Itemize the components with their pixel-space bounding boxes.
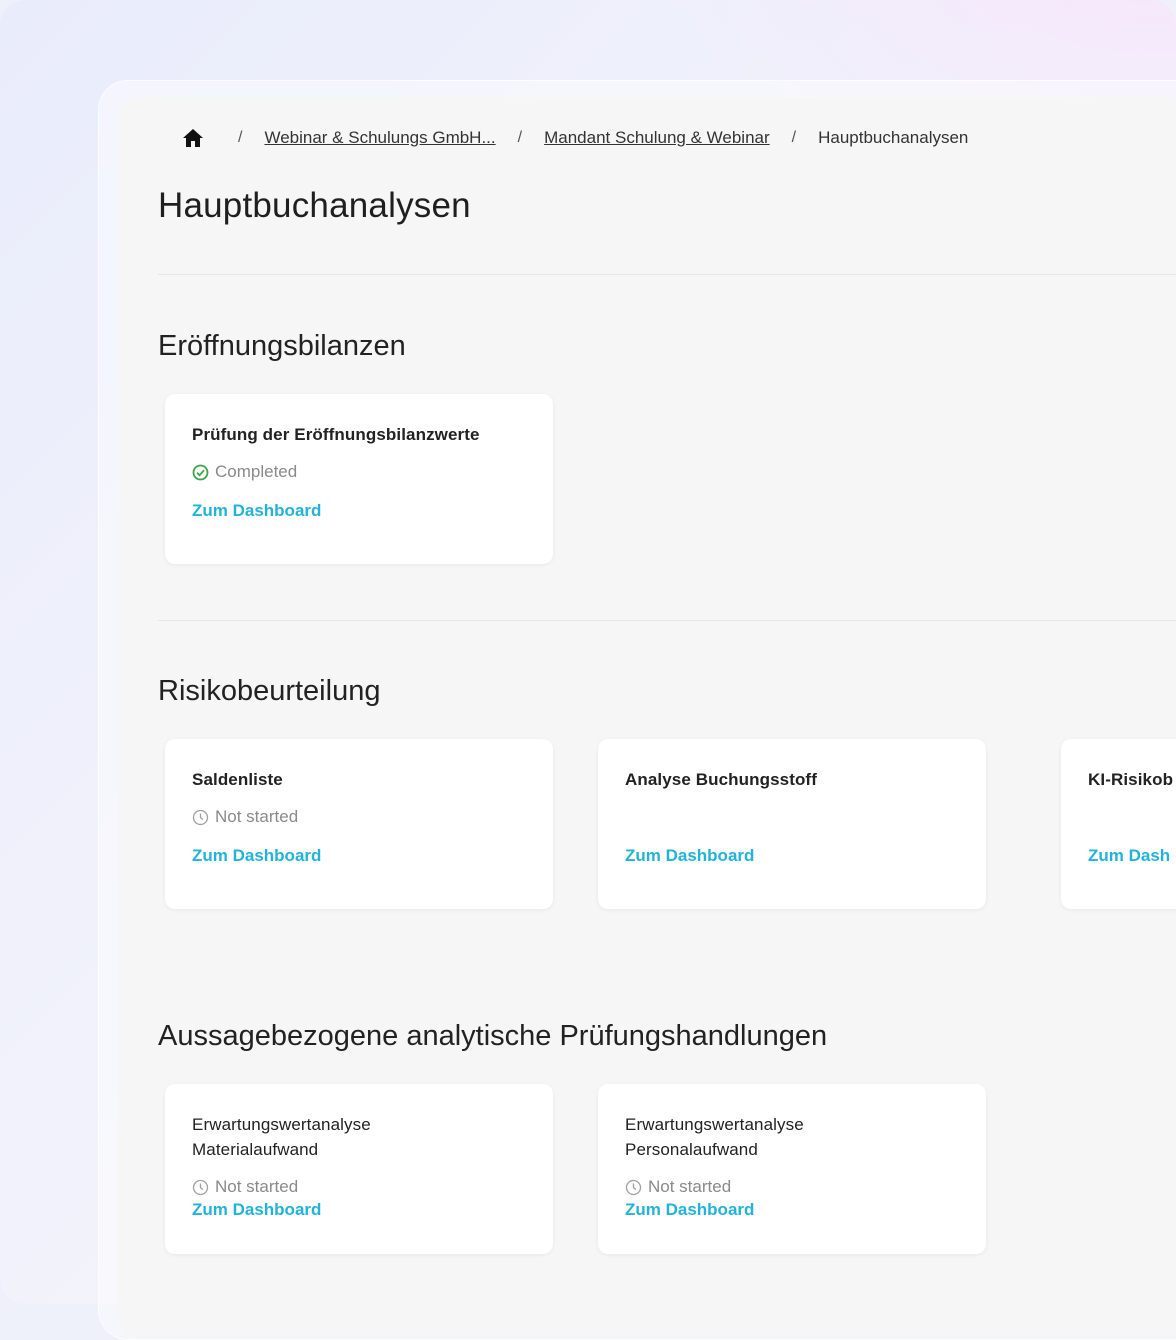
breadcrumb-current: Hauptbuchanalysen <box>818 128 969 147</box>
status-label: Completed <box>215 462 298 481</box>
card-eroeffnungsbilanzwerte: Prüfung der Eröffnungsbilanzwerte Comple… <box>165 394 553 564</box>
dashboard-link[interactable]: Zum Dashboard <box>625 846 754 866</box>
card-title: KI-Risikob <box>1088 770 1174 789</box>
clock-icon <box>625 1179 642 1196</box>
status-label: Not started <box>215 807 299 826</box>
breadcrumb: / Webinar & Schulungs GmbH... / Mandant … <box>182 126 968 150</box>
card-title-line: Personalaufwand <box>625 1140 758 1159</box>
status-completed: Completed <box>192 461 526 483</box>
card-title: Prüfung der Eröffnungsbilanzwerte <box>192 425 480 444</box>
status-not-started: Not started <box>192 1176 526 1198</box>
dashboard-link[interactable]: Zum Dashboard <box>192 1200 321 1220</box>
breadcrumb-separator: / <box>791 129 797 146</box>
status-label: Not started <box>215 1177 299 1196</box>
card-saldenliste: Saldenliste Not started Zum Dashboard <box>165 739 553 909</box>
card-personalaufwand: Erwartungswertanalyse Personalaufwand No… <box>598 1084 986 1254</box>
card-materialaufwand: Erwartungswertanalyse Materialaufwand No… <box>165 1084 553 1254</box>
dashboard-link[interactable]: Zum Dashboard <box>192 846 321 866</box>
status-not-started: Not started <box>625 1176 959 1198</box>
status-not-started: Not started <box>192 806 526 828</box>
divider <box>158 620 1176 621</box>
breadcrumb-company-link[interactable]: Webinar & Schulungs GmbH... <box>264 128 495 148</box>
card-title: Erwartungswertanalyse Materialaufwand <box>192 1112 526 1162</box>
dashboard-link[interactable]: Zum Dash <box>1088 846 1170 866</box>
card-title: Analyse Buchungsstoff <box>625 770 817 789</box>
card-title: Saldenliste <box>192 770 283 789</box>
divider <box>158 274 1176 275</box>
breadcrumb-client-link[interactable]: Mandant Schulung & Webinar <box>544 128 770 148</box>
check-circle-icon <box>192 464 209 481</box>
breadcrumb-separator: / <box>238 129 243 146</box>
clock-icon <box>192 1179 209 1196</box>
status-label: Not started <box>648 1177 732 1196</box>
home-icon[interactable] <box>182 128 204 148</box>
status-empty <box>1088 806 1176 828</box>
clock-icon <box>192 809 209 826</box>
card-title-line: Materialaufwand <box>192 1140 319 1159</box>
card-analyse-buchungsstoff: Analyse Buchungsstoff Zum Dashboard <box>598 739 986 909</box>
card-title: Erwartungswertanalyse Personalaufwand <box>625 1112 959 1162</box>
section-title-aussagebezogene: Aussagebezogene analytische Prüfungshand… <box>158 1020 828 1052</box>
dashboard-link[interactable]: Zum Dashboard <box>192 501 321 521</box>
section-title-eroeffnungsbilanzen: Eröffnungsbilanzen <box>158 330 406 362</box>
card-title-line: Erwartungswertanalyse <box>625 1115 804 1134</box>
breadcrumb-separator: / <box>517 129 523 146</box>
dashboard-link[interactable]: Zum Dashboard <box>625 1200 754 1220</box>
card-ki-risiko: KI-Risikob Zum Dash <box>1061 739 1176 909</box>
status-empty <box>625 806 959 828</box>
section-title-risikobeurteilung: Risikobeurteilung <box>158 675 381 707</box>
page-title: Hauptbuchanalysen <box>158 186 471 225</box>
main-panel: / Webinar & Schulungs GmbH... / Mandant … <box>118 98 1176 1338</box>
card-title-line: Erwartungswertanalyse <box>192 1115 371 1134</box>
